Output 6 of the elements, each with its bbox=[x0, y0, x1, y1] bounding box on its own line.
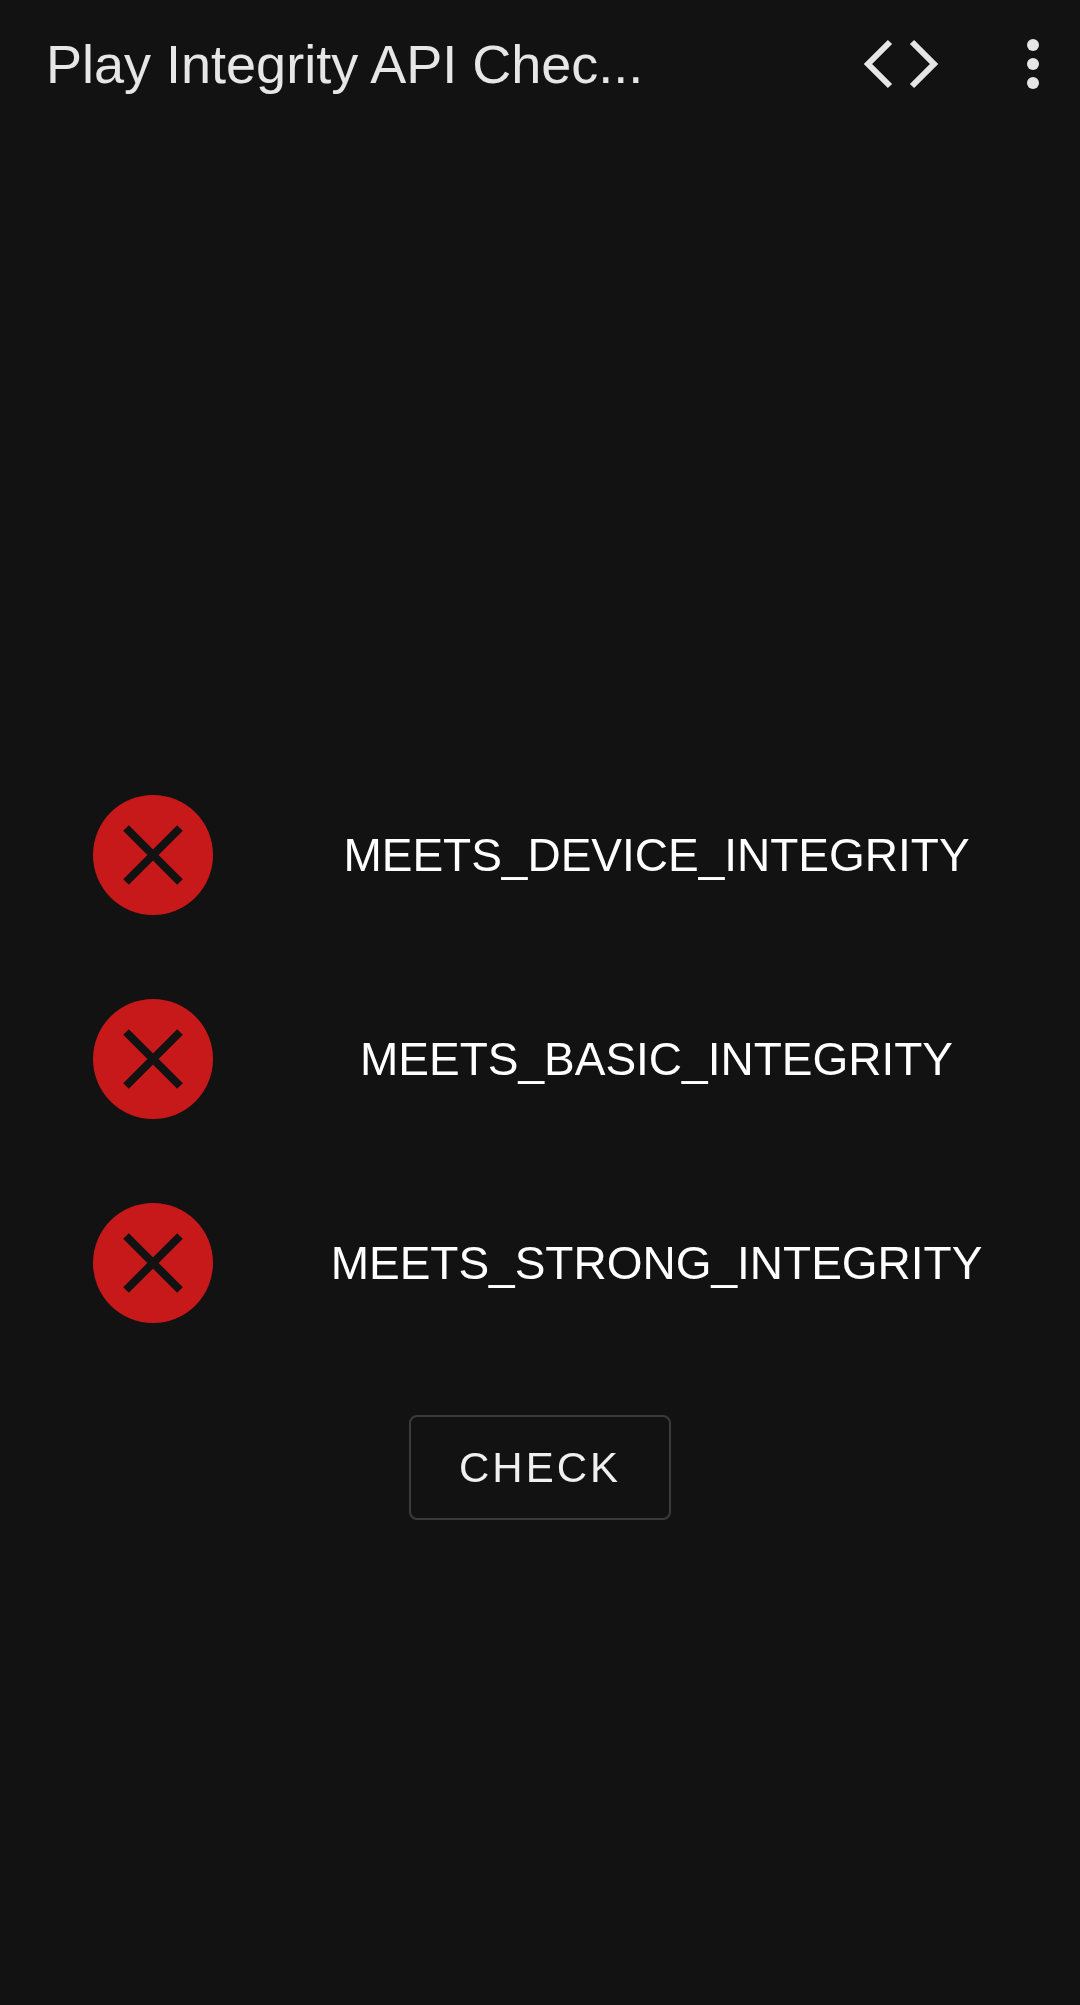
app-title: Play Integrity API Chec... bbox=[46, 32, 644, 96]
more-icon[interactable] bbox=[1026, 39, 1040, 89]
check-label: MEETS_BASIC_INTEGRITY bbox=[360, 1031, 953, 1087]
check-label: MEETS_DEVICE_INTEGRITY bbox=[343, 827, 970, 883]
check-label: MEETS_STRONG_INTEGRITY bbox=[330, 1235, 983, 1291]
check-button[interactable]: CHECK bbox=[409, 1415, 671, 1520]
